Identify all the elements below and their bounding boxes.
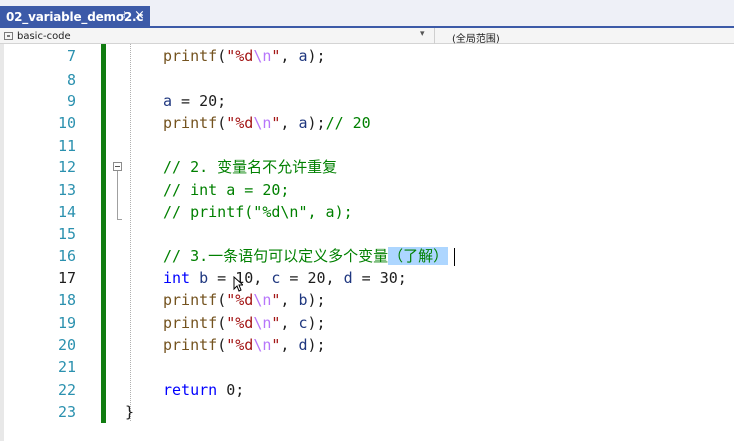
code-token: "%d (226, 291, 254, 309)
code-token: = 20, (280, 269, 344, 287)
divider (434, 28, 435, 44)
code-token: d (298, 336, 308, 354)
code-line-13: // int a = 20; (163, 181, 290, 199)
code-token: \n (253, 336, 272, 354)
code-editor[interactable]: 7 8 9 10 11 12 13 14 15 16 17 18 19 20 2… (0, 44, 734, 441)
code-token: , (280, 114, 299, 132)
fold-end (117, 219, 122, 220)
line-number: 7 (66, 47, 76, 65)
code-token: = 20; (172, 92, 227, 110)
code-line-23: } (125, 403, 135, 421)
code-line-22: return 0; (163, 378, 244, 402)
line-number: 20 (57, 336, 76, 354)
code-token: \n (253, 291, 272, 309)
code-token: printf (163, 314, 218, 332)
code-token: ( (217, 336, 227, 354)
line-number: 18 (57, 291, 76, 309)
code-token: , (280, 336, 299, 354)
pin-icon[interactable]: ⊣ (117, 10, 126, 21)
code-token: ); (307, 336, 326, 354)
change-tracking-bar (101, 44, 106, 423)
code-token: , (280, 291, 299, 309)
code-token: d (343, 269, 353, 287)
project-icon (4, 32, 13, 40)
code-token: "%d (226, 336, 254, 354)
line-number: 9 (66, 92, 76, 110)
line-number: 13 (57, 181, 76, 199)
code-line-16: // 3.一条语句可以定义多个变量（了解） (163, 244, 456, 268)
code-token: a (298, 47, 308, 65)
line-number: 23 (57, 403, 76, 421)
code-line-10: printf("%d\n", a);// 20 (163, 111, 371, 135)
mouse-cursor-icon (233, 276, 243, 292)
tab-bar: 02_variable_demo2.c ⊣ × (0, 0, 734, 28)
code-token: a (298, 114, 308, 132)
code-token: ( (217, 47, 227, 65)
project-label: basic-code (17, 30, 71, 42)
code-token: , (280, 314, 299, 332)
collapse-icon[interactable] (113, 162, 122, 171)
line-number: 21 (57, 358, 76, 376)
code-line-20: printf("%d\n", d); (163, 333, 326, 357)
code-token: \n (253, 314, 272, 332)
code-line-19: printf("%d\n", c); (163, 311, 326, 335)
code-token: printf (163, 291, 218, 309)
code-line-12: // 2. 变量名不允许重复 (163, 158, 338, 176)
code-line-14: // printf("%d\n", a); (163, 203, 353, 221)
code-line-7: printf("%d\n", a); (163, 44, 326, 68)
code-token: "%d (226, 114, 254, 132)
code-token: , (280, 47, 299, 65)
code-token: 0; (217, 381, 245, 399)
code-keyword: return (163, 381, 218, 399)
indent-guide (130, 44, 131, 421)
code-token: "%d (226, 314, 254, 332)
line-number: 16 (57, 247, 76, 265)
code-token: \n (253, 114, 272, 132)
code-token: a (163, 92, 173, 110)
code-comment: // 3.一条语句可以定义多个变量 (163, 247, 389, 265)
line-number: 10 (57, 114, 76, 132)
code-token: b (298, 291, 308, 309)
line-number: 12 (57, 158, 76, 176)
code-token: \n (253, 47, 272, 65)
code-token: ); (307, 314, 326, 332)
code-token: ( (217, 114, 227, 132)
code-comment: // 20 (325, 114, 371, 132)
code-token: printf (163, 114, 218, 132)
line-number-current: 17 (57, 269, 76, 287)
code-token: printf (163, 336, 218, 354)
code-token: c (298, 314, 308, 332)
chevron-down-icon[interactable]: ▾ (420, 29, 425, 39)
code-token: ( (217, 314, 227, 332)
navigation-bar: basic-code ▾ (全局范围) (0, 28, 734, 45)
code-token: printf (163, 47, 218, 65)
code-token: = 30; (352, 269, 407, 287)
code-line-17: int b = 10, c = 20, d = 30; (163, 266, 407, 290)
line-number: 22 (57, 381, 76, 399)
code-token: "%d (226, 47, 254, 65)
text-selection: （了解） (388, 247, 449, 265)
code-token: ); (307, 114, 326, 132)
code-line-18: printf("%d\n", b); (163, 288, 326, 312)
line-number: 14 (57, 203, 76, 221)
code-line-9: a = 20; (163, 89, 226, 113)
code-token: ( (217, 291, 227, 309)
line-number: 19 (57, 314, 76, 332)
scope-dropdown[interactable]: (全局范围) (452, 30, 500, 45)
fold-line (117, 171, 118, 219)
code-token: b (199, 269, 209, 287)
line-number: 15 (57, 225, 76, 243)
project-dropdown[interactable]: basic-code (4, 29, 434, 43)
code-keyword: int (163, 269, 191, 287)
code-token: ); (307, 291, 326, 309)
tab-02-variable-demo2[interactable]: 02_variable_demo2.c ⊣ × (0, 6, 150, 28)
close-icon[interactable]: × (134, 8, 145, 23)
code-token: ); (307, 47, 326, 65)
text-caret (454, 247, 456, 266)
